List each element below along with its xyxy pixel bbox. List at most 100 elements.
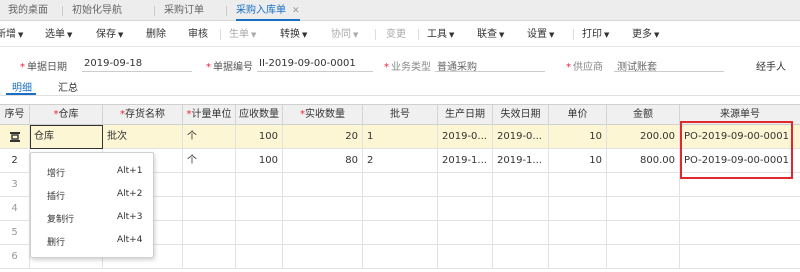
cowork-button[interactable]: 协同 ▼: [331, 22, 358, 47]
subtab-summary[interactable]: 汇总: [58, 79, 78, 94]
recv-qty-cell[interactable]: [283, 245, 363, 269]
mfg-date-cell[interactable]: [438, 173, 493, 197]
audit-button[interactable]: 审核: [188, 22, 208, 47]
warehouse-cell[interactable]: 仓库: [30, 125, 103, 149]
price-cell[interactable]: 10: [549, 125, 607, 149]
item-name-cell[interactable]: 批次: [103, 125, 183, 149]
row-seq-cell[interactable]: [0, 125, 30, 149]
row-seq-cell[interactable]: 4: [0, 197, 30, 221]
save-button[interactable]: 保存 ▼: [96, 22, 123, 47]
col-header-seq[interactable]: 序号: [0, 105, 30, 125]
tools-button[interactable]: 工具 ▼: [427, 22, 454, 47]
recv-qty-cell[interactable]: [283, 173, 363, 197]
unit-cell[interactable]: 个: [183, 149, 236, 173]
col-header-price[interactable]: 单价: [549, 105, 607, 125]
col-header-recv-qty[interactable]: *实收数量: [283, 105, 363, 125]
exp-date-cell[interactable]: [493, 173, 549, 197]
settings-button[interactable]: 设置 ▼: [527, 22, 554, 47]
close-tab-icon[interactable]: ✕: [292, 6, 300, 16]
amount-cell[interactable]: [607, 173, 680, 197]
lookup-button-label: 联查: [477, 29, 497, 40]
subtab-detail[interactable]: 明细: [12, 79, 32, 94]
exp-date-cell[interactable]: [493, 221, 549, 245]
exp-date-cell[interactable]: 2019-0...: [493, 125, 549, 149]
due-qty-cell[interactable]: 100: [236, 149, 283, 173]
price-cell[interactable]: [549, 245, 607, 269]
mfg-date-cell[interactable]: 2019-0...: [438, 125, 493, 149]
generate-order-button[interactable]: 生单 ▼: [229, 22, 256, 47]
amount-cell[interactable]: [607, 197, 680, 221]
due-qty-cell[interactable]: [236, 173, 283, 197]
delete-button[interactable]: 删除: [146, 22, 166, 47]
col-header-warehouse[interactable]: *仓库: [30, 105, 103, 125]
price-cell[interactable]: [549, 197, 607, 221]
amount-cell[interactable]: [607, 221, 680, 245]
amount-cell[interactable]: 200.00: [607, 125, 680, 149]
due-qty-cell[interactable]: [236, 221, 283, 245]
menu-item-insert-row[interactable]: 插行 Alt+2: [31, 184, 155, 206]
exp-date-cell[interactable]: 2019-1...: [493, 149, 549, 173]
chevron-down-icon: ▼: [251, 31, 257, 39]
doc-date-field[interactable]: 2019-09-18: [84, 58, 142, 69]
tab-purchase-order[interactable]: 采购订单: [164, 0, 204, 21]
menu-item-delete-row[interactable]: 删行 Alt+4: [31, 230, 155, 252]
amount-cell[interactable]: [607, 245, 680, 269]
col-header-amount[interactable]: 金额: [607, 105, 680, 125]
due-qty-cell[interactable]: [236, 197, 283, 221]
row-seq-cell[interactable]: 2: [0, 149, 30, 173]
convert-button[interactable]: 转换 ▼: [280, 22, 307, 47]
mfg-date-cell[interactable]: [438, 197, 493, 221]
print-button[interactable]: 打印 ▼: [582, 22, 609, 47]
change-button[interactable]: 变更: [386, 22, 406, 47]
col-header-item-name[interactable]: *存货名称: [103, 105, 183, 125]
select-order-button[interactable]: 选单 ▼: [45, 22, 72, 47]
batch-cell[interactable]: [363, 197, 438, 221]
amount-cell[interactable]: 800.00: [607, 149, 680, 173]
unit-cell[interactable]: [183, 173, 236, 197]
batch-cell[interactable]: 2: [363, 149, 438, 173]
price-cell[interactable]: [549, 173, 607, 197]
chevron-down-icon: ▼: [604, 31, 610, 39]
price-cell[interactable]: 10: [549, 149, 607, 173]
toolbar-divider: [375, 29, 376, 40]
mfg-date-cell[interactable]: [438, 221, 493, 245]
batch-cell[interactable]: [363, 173, 438, 197]
row-edit-icon[interactable]: [9, 131, 21, 143]
recv-qty-cell[interactable]: [283, 221, 363, 245]
col-header-mfg-date[interactable]: 生产日期: [438, 105, 493, 125]
tab-my-desktop[interactable]: 我的桌面: [8, 0, 48, 21]
exp-date-cell[interactable]: [493, 197, 549, 221]
doc-no-field[interactable]: II-2019-09-00-0001: [259, 58, 356, 69]
unit-cell[interactable]: 个: [183, 125, 236, 149]
recv-qty-cell[interactable]: 20: [283, 125, 363, 149]
supplier-label: * 供应商: [566, 62, 603, 73]
col-header-unit[interactable]: *计量单位: [183, 105, 236, 125]
due-qty-cell[interactable]: [236, 245, 283, 269]
row-seq-cell[interactable]: 5: [0, 221, 30, 245]
lookup-button[interactable]: 联查 ▼: [477, 22, 504, 47]
row-seq-cell[interactable]: 3: [0, 173, 30, 197]
menu-item-copy-row[interactable]: 复制行 Alt+3: [31, 207, 155, 229]
unit-cell[interactable]: [183, 197, 236, 221]
col-header-batch[interactable]: 批号: [363, 105, 438, 125]
row-seq-cell[interactable]: 6: [0, 245, 30, 269]
unit-cell[interactable]: [183, 245, 236, 269]
batch-cell[interactable]: [363, 221, 438, 245]
batch-cell[interactable]: [363, 245, 438, 269]
unit-cell[interactable]: [183, 221, 236, 245]
new-button[interactable]: 新增 ▼: [0, 22, 23, 47]
more-button[interactable]: 更多 ▼: [632, 22, 659, 47]
menu-item-add-row[interactable]: 增行 Alt+1: [31, 161, 155, 183]
price-cell[interactable]: [549, 221, 607, 245]
mfg-date-cell[interactable]: 2019-1...: [438, 149, 493, 173]
tab-purchase-receipt[interactable]: 采购入库单 ✕: [236, 0, 300, 21]
exp-date-cell[interactable]: [493, 245, 549, 269]
col-header-exp-date[interactable]: 失效日期: [493, 105, 549, 125]
tab-init-navigation[interactable]: 初始化导航: [72, 0, 122, 21]
col-header-due-qty[interactable]: 应收数量: [236, 105, 283, 125]
due-qty-cell[interactable]: 100: [236, 125, 283, 149]
recv-qty-cell[interactable]: 80: [283, 149, 363, 173]
mfg-date-cell[interactable]: [438, 245, 493, 269]
recv-qty-cell[interactable]: [283, 197, 363, 221]
batch-cell[interactable]: 1: [363, 125, 438, 149]
